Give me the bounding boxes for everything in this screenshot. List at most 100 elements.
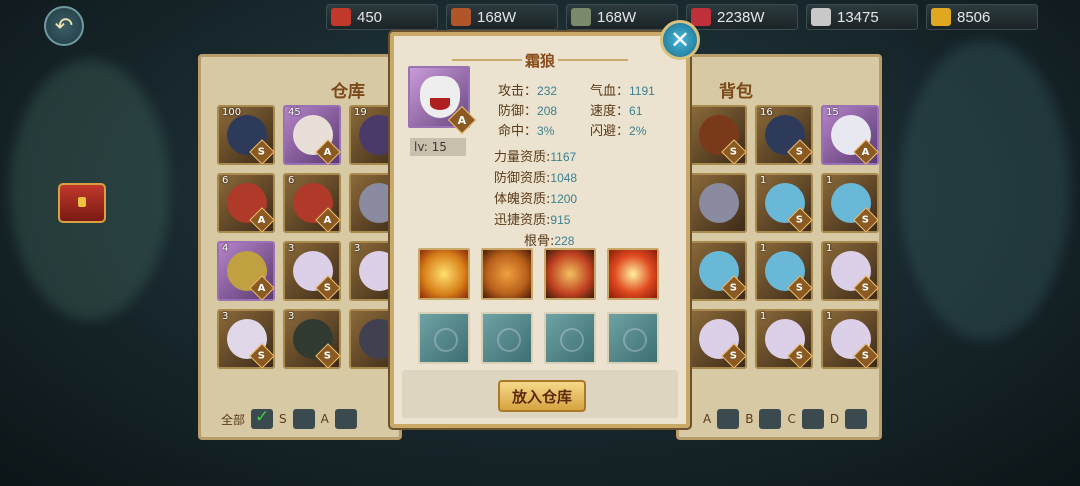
stack-count: 3 xyxy=(288,311,295,322)
empty-skill-slot[interactable] xyxy=(481,312,533,364)
frost-wolf-portrait-icon xyxy=(420,76,460,118)
silver-ingot-icon xyxy=(811,8,831,26)
pet-level: lv: 15 xyxy=(410,138,466,156)
stack-count: 6 xyxy=(222,175,229,186)
pet-slot[interactable]: 1S xyxy=(755,309,813,369)
pet-slot[interactable]: 1S xyxy=(821,309,879,369)
empty-skill-slot[interactable] xyxy=(607,312,659,364)
pet-slot[interactable]: 3S xyxy=(283,309,341,369)
pet-slot[interactable]: 1S xyxy=(755,173,813,233)
currency-value: 450 xyxy=(357,8,383,26)
return-arrow-icon: ↶ xyxy=(54,13,74,39)
stack-count: 4 xyxy=(222,243,229,254)
filter-s-label: S xyxy=(279,412,287,426)
warehouse-title: 仓库 xyxy=(331,82,365,102)
pet-slot[interactable]: 3S xyxy=(217,309,275,369)
fire-shield-skill-icon[interactable] xyxy=(544,248,596,300)
stack-count: 1 xyxy=(826,175,833,186)
currency-value: 168W xyxy=(477,8,517,26)
close-icon: ✕ xyxy=(669,26,691,54)
pet-slot[interactable] xyxy=(689,173,747,233)
stack-count: 1 xyxy=(760,311,767,322)
filter-d-checkbox[interactable] xyxy=(845,409,868,429)
put-into-warehouse-button[interactable]: 放入仓库 xyxy=(498,380,586,412)
pet-slot[interactable]: 1S xyxy=(821,173,879,233)
warehouse-panel: 仓库 100S45A196A6A4A3S33S3S 全部 S A xyxy=(198,54,407,440)
stack-count: 3 xyxy=(288,243,295,254)
currency-value: 2238W xyxy=(717,8,765,26)
currency-4: 13475 xyxy=(806,4,918,30)
stack-count: 100 xyxy=(222,107,242,118)
pet-avatar: A xyxy=(408,66,477,135)
roaring-tiger-skill-icon[interactable] xyxy=(481,248,533,300)
stack-count: 3 xyxy=(354,243,361,254)
stack-count: 19 xyxy=(354,107,367,118)
filter-b-checkbox[interactable] xyxy=(759,409,782,429)
filter-c-checkbox[interactable] xyxy=(801,409,824,429)
filter-all-label: 全部 xyxy=(221,412,246,427)
filter-c-label: C xyxy=(787,412,796,426)
filter-a-checkbox[interactable] xyxy=(334,409,357,429)
filter-a-checkbox[interactable] xyxy=(717,409,740,429)
backpack-title: 背包 xyxy=(719,82,753,102)
pet-slot[interactable]: 1S xyxy=(821,241,879,301)
aptitude-row: 力量资质:1167 xyxy=(494,150,577,165)
filter-s-checkbox[interactable] xyxy=(292,409,315,429)
pet-slot[interactable]: 15 A xyxy=(821,105,879,165)
filter-a-label: A xyxy=(320,412,329,426)
aptitude-row: 根骨:228 xyxy=(524,234,575,249)
pet-slot[interactable]: 4A xyxy=(217,241,275,301)
background-foliage xyxy=(900,40,1070,340)
stack-count: 6 xyxy=(288,175,295,186)
pet-slot[interactable]: 3S xyxy=(283,241,341,301)
backpack-filter-bar: A B C D xyxy=(703,409,868,429)
stack-count: 1 xyxy=(826,311,833,322)
stone-icon xyxy=(571,8,591,26)
pet-slot[interactable]: 45 A xyxy=(283,105,341,165)
stat-speed: 速度：61 xyxy=(590,104,643,119)
title-ornament xyxy=(558,59,628,61)
pet-detail-dialog: 霜狼 A lv: 15 攻击：232 气血：1191 防御：208 速度：61 … xyxy=(390,32,690,428)
stat-defense: 防御：208 xyxy=(498,104,558,119)
warehouse-filter-bar: 全部 S A xyxy=(221,407,357,429)
pet-portrait-icon xyxy=(699,183,739,223)
pet-slot[interactable]: 100 S xyxy=(217,105,275,165)
stack-count: 45 xyxy=(288,107,301,118)
currency-value: 8506 xyxy=(957,8,991,26)
treasure-chest-icon[interactable] xyxy=(58,183,106,223)
filter-a-label: A xyxy=(703,412,712,426)
stat-dodge: 闪避：2% xyxy=(590,124,647,139)
pet-slot[interactable]: S xyxy=(689,241,747,301)
close-button[interactable]: ✕ xyxy=(660,20,700,60)
stack-count: 15 xyxy=(826,107,839,118)
currency-value: 168W xyxy=(597,8,637,26)
pet-slot[interactable]: 6A xyxy=(217,173,275,233)
currency-0: 450 xyxy=(326,4,438,30)
filter-b-label: B xyxy=(745,412,754,426)
backpack-grid: S 16 S 15 A 1 S 1 S S 1 S 1 S S 1 S 1 S xyxy=(689,105,879,369)
golden-burst-skill-icon[interactable] xyxy=(418,248,470,300)
pet-slot[interactable]: S xyxy=(689,105,747,165)
back-button[interactable]: ↶ xyxy=(44,6,84,46)
empty-skill-slot[interactable] xyxy=(418,312,470,364)
gold-ingot-icon xyxy=(931,8,951,26)
stat-hit: 命中：3% xyxy=(498,124,555,139)
flame-strike-skill-icon[interactable] xyxy=(607,248,659,300)
pet-slot[interactable]: 6A xyxy=(283,173,341,233)
stack-count: 16 xyxy=(760,107,773,118)
aptitude-row: 迅捷资质:915 xyxy=(494,213,571,228)
stack-count: 1 xyxy=(826,243,833,254)
pet-slot[interactable]: 1S xyxy=(755,241,813,301)
pet-slot[interactable]: 16 S xyxy=(755,105,813,165)
currency-5: 8506 xyxy=(926,4,1038,30)
aptitude-row: 体魄资质:1200 xyxy=(494,192,578,207)
filter-d-label: D xyxy=(829,412,840,426)
stat-attack: 攻击：232 xyxy=(498,84,558,99)
empty-skill-slot[interactable] xyxy=(544,312,596,364)
pet-slot[interactable]: S xyxy=(689,309,747,369)
currency-2: 168W xyxy=(566,4,678,30)
currency-3: 2238W xyxy=(686,4,798,30)
scroll-icon xyxy=(331,8,351,26)
filter-all-checkbox[interactable] xyxy=(251,407,274,429)
stack-count: 1 xyxy=(760,243,767,254)
